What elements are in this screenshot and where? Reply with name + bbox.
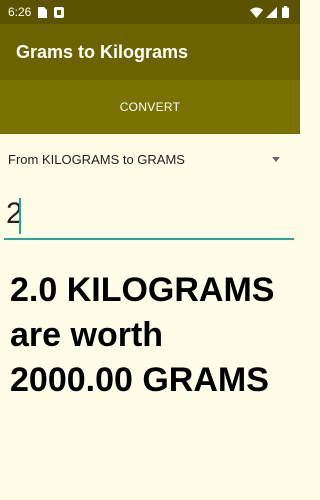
status-bar: 6:26	[0, 0, 300, 24]
result-line-1: 2.0 KILOGRAMS	[10, 271, 275, 309]
app-notification-icon	[54, 0, 64, 24]
battery-icon	[282, 0, 289, 24]
signal-icon	[266, 0, 277, 24]
text-cursor	[19, 198, 21, 234]
page-title: Grams to Kilograms	[16, 42, 189, 62]
dropdown-selected-value: From KILOGRAMS to GRAMS	[8, 152, 185, 167]
result-line-2: are worth	[10, 316, 164, 354]
conversion-direction-dropdown[interactable]: From KILOGRAMS to GRAMS	[0, 142, 300, 176]
sim-card-icon	[38, 0, 47, 24]
result-line-3: 2000.00 GRAMS	[10, 361, 269, 399]
app-bar: Grams to Kilograms	[0, 24, 300, 80]
result-text: 2.0 KILOGRAMS are worth 2000.00 GRAMS	[10, 268, 295, 403]
convert-bar: CONVERT	[0, 80, 300, 134]
value-input[interactable]	[4, 190, 294, 240]
status-time: 6:26	[8, 5, 32, 19]
dropdown-arrow-icon	[272, 157, 280, 162]
convert-button[interactable]: CONVERT	[90, 90, 210, 124]
wifi-icon	[250, 0, 263, 24]
